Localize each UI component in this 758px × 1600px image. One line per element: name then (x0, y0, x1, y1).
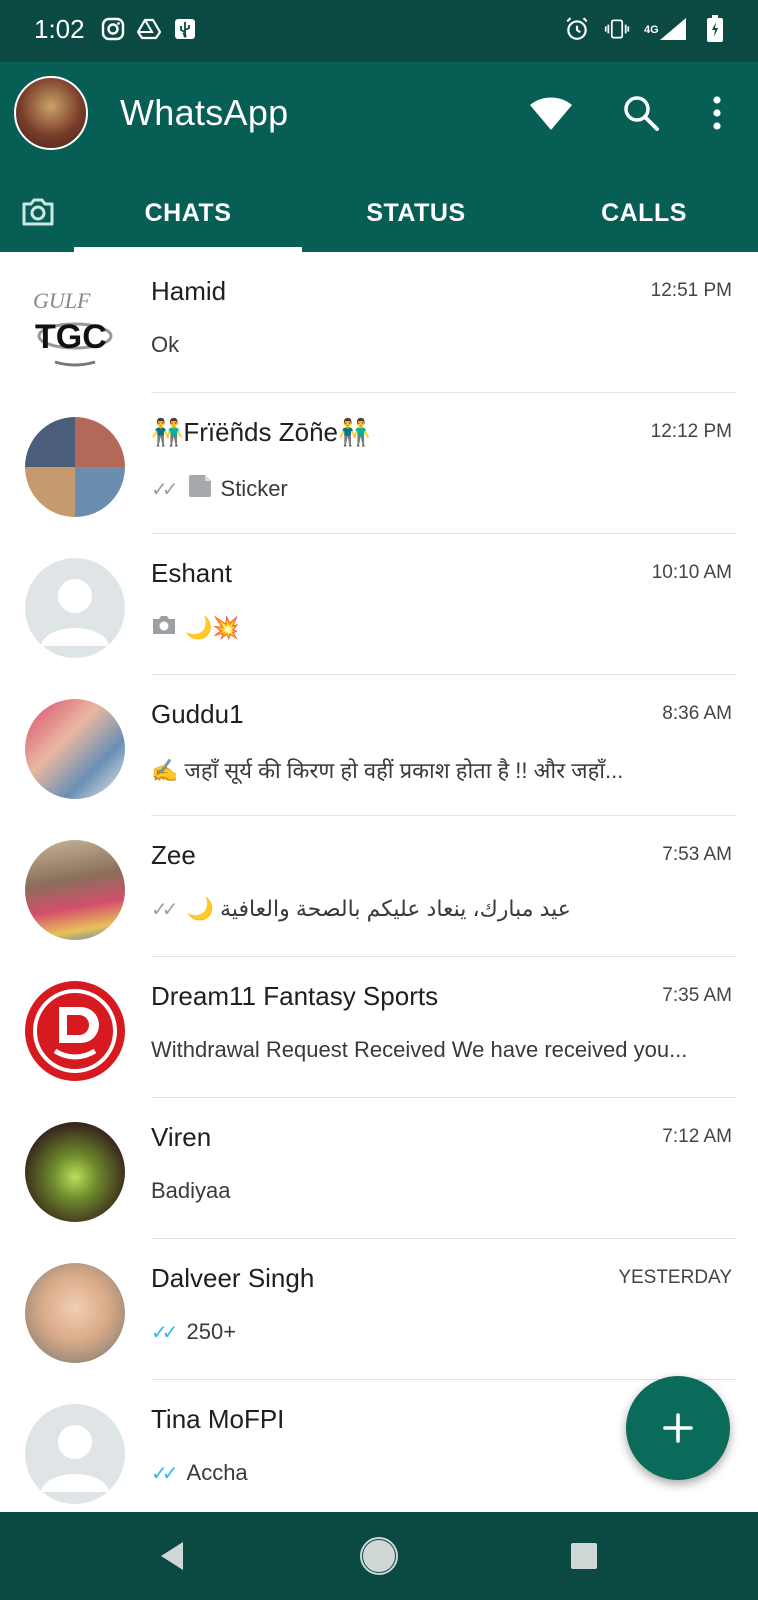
chat-preview-text: Accha (186, 1460, 248, 1485)
chat-list: GULF TGC Hamid 12:51 PM Ok 👬Frïëñds Zōñe… (0, 252, 758, 1512)
chat-preview-text: Badiyaa (151, 1178, 231, 1203)
chat-time: 12:51 PM (650, 280, 732, 301)
chat-row-eshant[interactable]: Eshant 10:10 AM 🌙💥 (0, 534, 758, 675)
chat-preview-text: Withdrawal Request Received We have rece… (151, 1037, 688, 1062)
chat-preview: ✓✓ 250+ (151, 1319, 723, 1345)
sticker-icon (187, 473, 213, 505)
chat-preview: Badiyaa (151, 1178, 723, 1204)
chat-time: 8:36 AM (662, 703, 732, 724)
chat-name: Viren (151, 1122, 212, 1152)
avatar-default-person-icon[interactable] (25, 1404, 125, 1504)
chat-name: Guddu1 (151, 699, 244, 729)
home-icon[interactable] (357, 1534, 401, 1578)
read-ticks-icon: ✓✓ (151, 898, 178, 921)
chat-time: 7:35 AM (662, 985, 732, 1006)
chat-preview-text: 🌙 عيد مبارك، ينعاد عليكم بالصحة والعافية (186, 896, 571, 921)
overflow-menu-icon[interactable] (694, 90, 740, 136)
recents-icon[interactable] (562, 1534, 606, 1578)
avatar-dream11-logo[interactable] (25, 981, 125, 1081)
avatar-photo[interactable] (25, 1122, 125, 1222)
tab-calls[interactable]: CALLS (530, 174, 758, 252)
instagram-icon (100, 16, 126, 42)
chat-row-zee[interactable]: Zee 7:53 AM ✓✓ 🌙 عيد مبارك، ينعاد عليكم … (0, 816, 758, 957)
search-icon[interactable] (618, 90, 664, 136)
chat-preview: Withdrawal Request Received We have rece… (151, 1037, 723, 1063)
svg-text:GULF: GULF (33, 288, 91, 313)
read-ticks-icon: ✓✓ (151, 478, 178, 501)
back-icon[interactable] (150, 1534, 194, 1578)
chat-preview: ✍️ जहाँ सूर्य की किरण हो वहीं प्रकाश होत… (151, 755, 723, 785)
usb-icon (172, 16, 198, 42)
chat-preview: Ok (151, 332, 723, 358)
tab-status[interactable]: STATUS (302, 174, 530, 252)
chat-name: Dream11 Fantasy Sports (151, 981, 439, 1011)
read-ticks-icon: ✓✓ (151, 1462, 178, 1485)
read-ticks-icon: ✓✓ (151, 1321, 178, 1344)
chat-time: 10:10 AM (651, 562, 732, 583)
camera-icon[interactable] (18, 192, 58, 232)
chat-name: 👬Frïëñds Zōñe👬 (151, 417, 371, 447)
alarm-icon (564, 16, 590, 42)
avatar-tgc-logo[interactable]: GULF TGC (25, 276, 125, 376)
chat-time: YESTERDAY (618, 1267, 732, 1288)
new-chat-button[interactable] (626, 1376, 730, 1480)
chat-preview: 🌙💥 (151, 614, 723, 642)
status-bar: 1:02 4G (0, 0, 758, 62)
chat-name: Zee (151, 840, 196, 870)
chat-row-dream11[interactable]: Dream11 Fantasy Sports 7:35 AM Withdrawa… (0, 957, 758, 1098)
drive-icon (136, 16, 162, 42)
chat-preview: ✓✓ 🌙 عيد مبارك، ينعاد عليكم بالصحة والعا… (151, 896, 723, 922)
chat-preview: ✓✓ Accha (151, 1460, 723, 1486)
svg-text:TGC: TGC (35, 318, 107, 356)
chat-row-hamid[interactable]: GULF TGC Hamid 12:51 PM Ok (0, 252, 758, 393)
chat-name: Eshant (151, 558, 232, 588)
avatar-group-photo[interactable] (25, 417, 125, 517)
chat-preview-text: Sticker (220, 476, 288, 501)
chat-row-dalveer-singh[interactable]: Dalveer Singh YESTERDAY ✓✓ 250+ (0, 1239, 758, 1380)
system-navigation-bar (0, 1512, 758, 1600)
chat-name: Tina MoFPI (151, 1404, 285, 1434)
chat-time: 7:53 AM (662, 844, 732, 865)
chat-name: Dalveer Singh (151, 1263, 315, 1293)
tab-bar: CHATS STATUS CALLS (0, 174, 758, 252)
avatar-photo[interactable] (25, 699, 125, 799)
new-chat-icon (663, 1413, 693, 1443)
battery-icon (702, 15, 728, 42)
wifi-icon[interactable] (528, 90, 574, 136)
chat-time: 7:12 AM (662, 1126, 732, 1147)
vibrate-icon (604, 16, 630, 42)
chat-preview-text: ✍️ जहाँ सूर्य की किरण हो वहीं प्रकाश होत… (151, 758, 624, 783)
network-label: 4G (644, 24, 659, 36)
chat-row-viren[interactable]: Viren 7:12 AM Badiyaa (0, 1098, 758, 1239)
status-time: 1:02 (34, 14, 85, 44)
chat-preview-text: 250+ (186, 1319, 237, 1344)
signal-4g-icon: 4G (644, 16, 688, 42)
chat-time: 12:12 PM (650, 421, 732, 442)
avatar-default-person-icon[interactable] (25, 558, 125, 658)
tab-chats[interactable]: CHATS (74, 174, 302, 252)
chat-preview-text: 🌙💥 (185, 615, 240, 640)
photo-icon (151, 614, 177, 642)
app-bar: WhatsApp CHATS STATUS CALLS (0, 62, 758, 252)
chat-row-friends-zone[interactable]: 👬Frïëñds Zōñe👬 12:12 PM ✓✓ Sticker (0, 393, 758, 534)
avatar-photo[interactable] (25, 1263, 125, 1363)
chat-preview-text: Ok (151, 332, 180, 357)
chat-name: Hamid (151, 276, 227, 306)
chat-row-guddu1[interactable]: Guddu1 8:36 AM ✍️ जहाँ सूर्य की किरण हो … (0, 675, 758, 816)
profile-avatar[interactable] (14, 76, 88, 150)
app-title: WhatsApp (120, 92, 289, 133)
avatar-photo[interactable] (25, 840, 125, 940)
chat-preview: ✓✓ Sticker (151, 473, 723, 505)
